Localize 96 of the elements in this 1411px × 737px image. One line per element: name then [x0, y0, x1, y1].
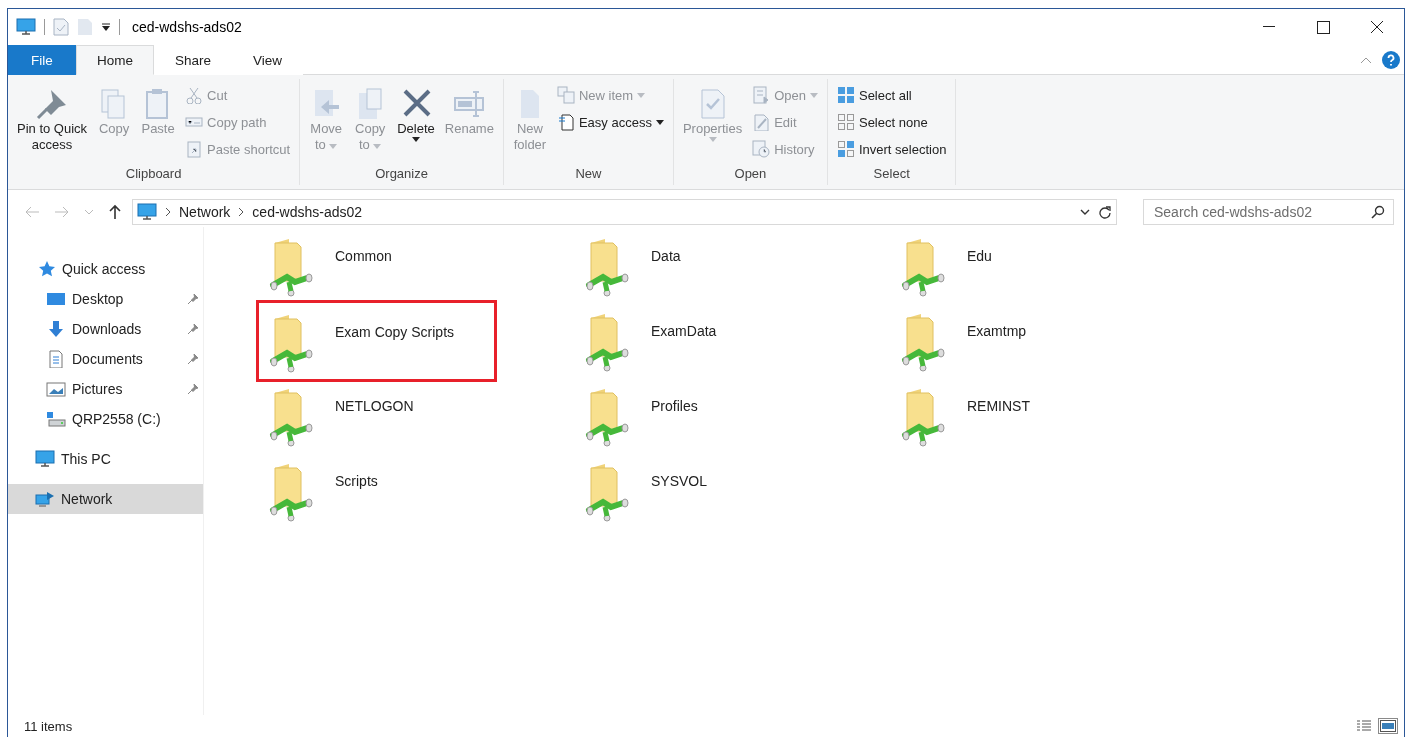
help-icon[interactable]	[1382, 50, 1400, 69]
network-folder-icon	[901, 387, 947, 447]
pin-icon	[187, 383, 199, 395]
ribbon-button[interactable]: Pin to Quick access	[14, 79, 91, 153]
ribbon-button[interactable]: Easy access	[553, 110, 667, 134]
folder-item[interactable]: Edu	[888, 237, 1129, 312]
close-icon	[1370, 20, 1384, 34]
folder-item[interactable]: Profiles	[572, 387, 813, 462]
nav-item[interactable]: Desktop	[8, 284, 203, 314]
folder-item[interactable]: NETLOGON	[256, 387, 497, 462]
ribbon-tab[interactable]: Home	[76, 45, 154, 75]
folder-name: NETLOGON	[335, 398, 414, 414]
group-label: Organize	[374, 166, 429, 183]
ribbon-button[interactable]: Delete	[394, 79, 438, 142]
computer-icon	[137, 203, 157, 221]
computer-icon	[16, 18, 36, 36]
ribbon-button[interactable]: Invert selection	[833, 137, 950, 161]
breadcrumb[interactable]: Network	[179, 204, 231, 220]
network-folder-icon	[585, 312, 631, 372]
pin-icon	[187, 353, 199, 365]
scissors-icon	[185, 86, 204, 104]
select-all-icon	[836, 86, 855, 104]
open-icon	[752, 86, 771, 104]
nav-item[interactable]: Quick access	[8, 254, 203, 284]
folder-name: Scripts	[335, 473, 378, 489]
folder-name: Edu	[967, 248, 992, 264]
computer-icon	[35, 450, 55, 468]
edit-icon	[752, 113, 771, 131]
pin-icon	[187, 293, 199, 305]
nav-item[interactable]: Documents	[8, 344, 203, 374]
folder-name: Data	[651, 248, 681, 264]
nav-item[interactable]: Downloads	[8, 314, 203, 344]
network-folder-icon	[269, 462, 315, 522]
download-icon	[46, 320, 66, 338]
folder-item[interactable]: Scripts	[256, 462, 497, 537]
search-field[interactable]: Search ced-wdshs-ads02	[1143, 199, 1394, 225]
network-folder-icon	[901, 312, 947, 372]
nav-item[interactable]: Network	[8, 484, 203, 514]
document-icon	[46, 350, 66, 368]
breadcrumb[interactable]: ced-wdshs-ads02	[252, 204, 363, 220]
highlighted-folder[interactable]: Exam Copy Scripts	[256, 300, 497, 382]
folder-name: ExamData	[651, 323, 717, 339]
pin-icon	[187, 323, 199, 335]
network-folder-icon	[585, 462, 631, 522]
ribbon-button[interactable]: Select all	[833, 83, 950, 107]
folder-name: Examtmp	[967, 323, 1027, 339]
properties-icon[interactable]	[53, 18, 69, 36]
document-icon	[556, 113, 575, 131]
network-icon	[35, 490, 55, 508]
minimize-icon	[1263, 26, 1275, 28]
folder-name: Common	[335, 248, 392, 264]
shortcut-icon	[185, 140, 204, 158]
history-icon	[752, 140, 771, 158]
ribbon-button[interactable]: Select none	[833, 110, 950, 134]
desktop-icon	[46, 290, 66, 308]
image-icon	[46, 380, 66, 398]
network-folder-icon	[269, 237, 315, 297]
select-none-icon	[836, 113, 855, 131]
group-label: Clipboard	[124, 166, 183, 183]
group-label: Open	[733, 166, 768, 183]
folder-name: Profiles	[651, 398, 698, 414]
folder-name: REMINST	[967, 398, 1030, 414]
network-folder-icon	[585, 237, 631, 297]
nav-item[interactable]: This PC	[8, 444, 203, 474]
search-icon	[1371, 205, 1385, 219]
maximize-icon	[1316, 20, 1330, 34]
folder-item[interactable]: ExamData	[572, 312, 813, 387]
group-label: Select	[872, 166, 911, 183]
new-item-icon	[556, 86, 575, 104]
dropdown-icon[interactable]	[1080, 209, 1090, 215]
nav-item[interactable]: Pictures	[8, 374, 203, 404]
network-folder-icon	[585, 387, 631, 447]
folder-item[interactable]: REMINST	[888, 387, 1129, 462]
large-icons-view-button[interactable]	[1378, 718, 1398, 734]
invert-selection-icon	[836, 140, 855, 158]
address-bar[interactable]: Network ced-wdshs-ads02	[132, 199, 1117, 225]
window-title: ced-wdshs-ads02	[132, 19, 242, 35]
chevron-icon	[165, 207, 171, 217]
folder-item[interactable]: Examtmp	[888, 312, 1129, 387]
folder-item[interactable]: Data	[572, 237, 813, 312]
drive-icon	[46, 410, 66, 428]
network-folder-icon	[901, 237, 947, 297]
folder-name: SYSVOL	[651, 473, 708, 489]
group-label: New	[574, 166, 603, 183]
item-count: 11 items	[24, 718, 73, 734]
network-folder-icon	[269, 387, 315, 447]
chevron-icon	[238, 207, 245, 217]
folder-item[interactable]: SYSVOL	[572, 462, 813, 537]
nav-item[interactable]: QRP2558 (C:)	[8, 404, 203, 434]
ribbon-tab[interactable]: File	[8, 45, 76, 75]
network-folder-icon	[269, 313, 315, 373]
refresh-icon[interactable]	[1098, 205, 1112, 219]
collapse-ribbon-icon[interactable]	[1360, 55, 1372, 64]
customize-caret-icon[interactable]	[101, 22, 111, 32]
star-icon	[38, 260, 56, 278]
folder-name: Exam Copy Scripts	[335, 324, 455, 340]
